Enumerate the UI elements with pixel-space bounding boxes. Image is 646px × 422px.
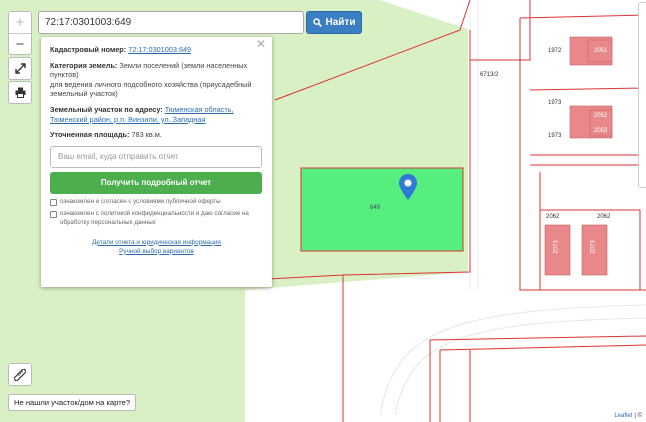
map-marker-icon[interactable] <box>399 174 417 200</box>
parcel-label: 2062 <box>597 214 611 220</box>
get-report-button[interactable]: Получить подробный отчет <box>50 171 262 194</box>
zoom-out-button[interactable]: − <box>9 33 31 54</box>
area-value: 783 кв.м. <box>131 130 162 140</box>
selected-parcel <box>300 167 464 252</box>
parcel-label: 2062 <box>546 214 560 220</box>
search-icon <box>312 18 322 27</box>
side-panel[interactable] <box>638 2 646 188</box>
attribution-sep: | © <box>634 413 642 419</box>
print-button[interactable] <box>9 82 31 103</box>
search-button-label: Найти <box>325 17 356 28</box>
address-label: Земельный участок по адресу: <box>50 104 163 114</box>
privacy-checkbox-row[interactable]: ознакомлен с политикой конфиденциальност… <box>50 210 263 227</box>
building-label: 2073 <box>590 240 597 254</box>
search-bar: Найти <box>38 11 362 34</box>
print-icon <box>15 87 25 98</box>
building-label: 2052 <box>594 113 608 119</box>
parcel-label: 1973 <box>548 133 562 139</box>
category-label: Категория земель: <box>50 60 118 70</box>
building-label: 2053 <box>594 128 608 134</box>
privacy-checkbox[interactable] <box>50 211 57 219</box>
parcel-label: 1973 <box>548 100 562 106</box>
fullscreen-control <box>8 57 32 80</box>
area-row: Уточненная площадь: 783 кв.м. <box>50 130 263 140</box>
attribution: Leaflet | © <box>610 410 646 422</box>
ruler-button[interactable] <box>8 363 32 386</box>
popup-footer: Детали отчета и юридическая информация Р… <box>50 238 263 256</box>
offer-checkbox[interactable] <box>50 198 57 206</box>
details-link[interactable]: Детали отчета и юридическая информация <box>92 239 221 246</box>
email-input[interactable]: Ваш email, куда отправить отчет <box>50 145 262 168</box>
cadastral-label: Кадастровый номер: <box>50 45 127 54</box>
privacy-checkbox-label: ознакомлен с политикой конфиденциальност… <box>60 210 249 226</box>
parcel-label: 6713/2 <box>480 72 499 78</box>
area-label: Уточненная площадь: <box>50 130 130 140</box>
cadastral-row: Кадастровый номер: 72:17:0301003:649 <box>50 45 263 55</box>
search-button[interactable]: Найти <box>306 11 362 34</box>
not-found-button[interactable]: Не нашли участок/дом на карте? <box>8 394 137 411</box>
leaflet-link[interactable]: Leaflet <box>614 413 632 419</box>
purpose-value: для ведения личного подсобного хозяйства… <box>50 79 252 99</box>
cadastral-link[interactable]: 72:17:0301003:649 <box>128 45 191 54</box>
fullscreen-icon <box>14 63 26 74</box>
offer-checkbox-row[interactable]: ознакомлен и согласен с условиями публич… <box>50 198 263 207</box>
search-input[interactable] <box>38 11 304 34</box>
zoom-in-button[interactable]: + <box>9 12 31 33</box>
zoom-control: + − <box>8 11 32 55</box>
building-label: 2073 <box>553 240 560 254</box>
parcel-label: 649 <box>370 205 381 211</box>
ruler-icon <box>14 368 26 381</box>
offer-checkbox-label: ознакомлен и согласен с условиями публич… <box>60 197 221 205</box>
parcel-popup: ✕ Кадастровый номер: 72:17:0301003:649 К… <box>41 37 272 287</box>
category-row: Категория земель: Земли поселений (земли… <box>50 61 263 99</box>
parcel-label: 1972 <box>548 48 562 54</box>
address-row: Земельный участок по адресу: Тюменская о… <box>50 105 263 124</box>
close-icon[interactable]: ✕ <box>256 38 266 50</box>
print-control <box>8 81 32 104</box>
fullscreen-button[interactable] <box>9 58 31 79</box>
manual-choice-link[interactable]: Ручной выбор вариантов <box>119 248 194 255</box>
building-label: 2051 <box>594 48 608 54</box>
